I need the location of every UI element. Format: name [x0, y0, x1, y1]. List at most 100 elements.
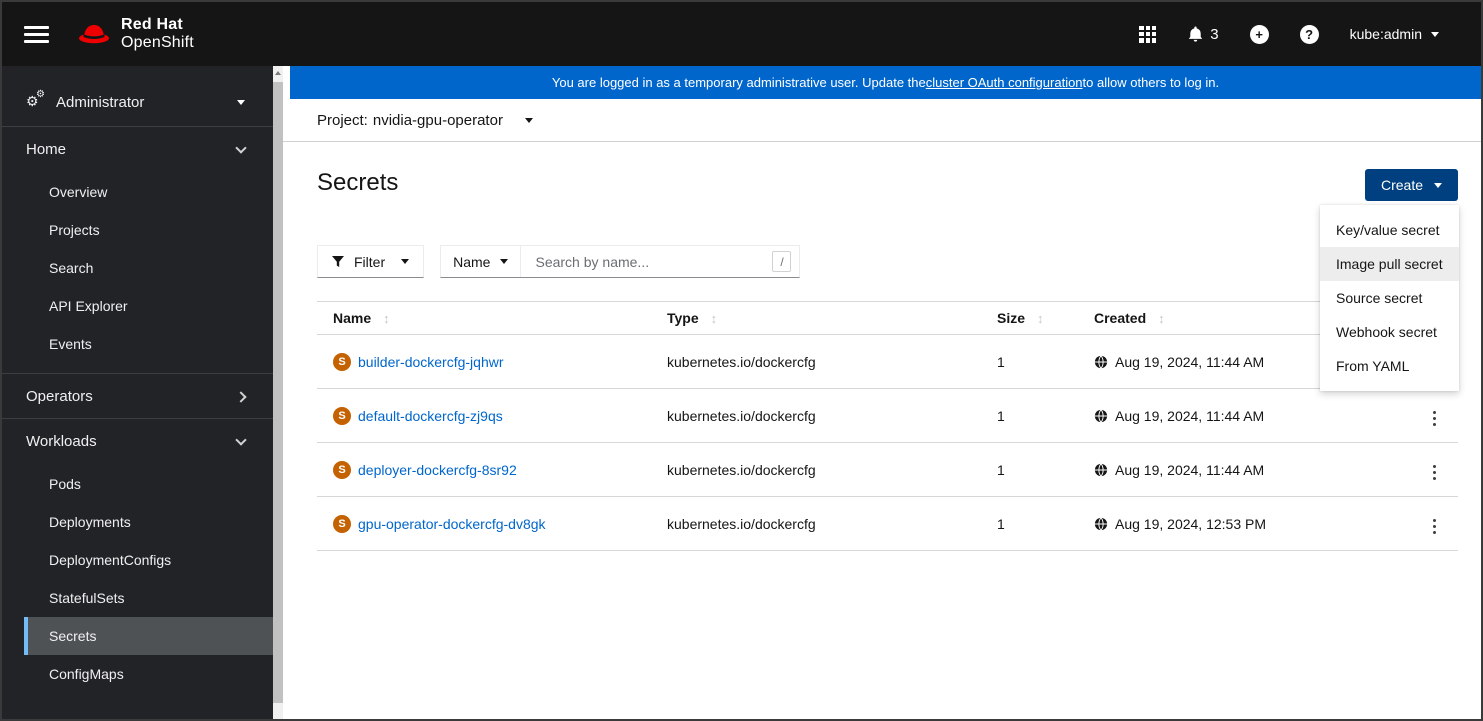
secret-badge-icon: S: [333, 460, 351, 479]
kebab-menu-button[interactable]: [1427, 407, 1442, 430]
sidebar-item-events[interactable]: Events: [24, 325, 273, 363]
secret-type: kubernetes.io/dockercfg: [651, 496, 981, 551]
kebab-menu-button[interactable]: [1427, 515, 1442, 538]
nav-section-label: Home: [26, 141, 67, 158]
secret-type: kubernetes.io/dockercfg: [651, 442, 981, 497]
user-menu[interactable]: kube:admin: [1350, 26, 1439, 42]
column-header-name[interactable]: Name ↕: [317, 301, 651, 335]
table-row: Sdefault-dockercfg-zj9qs kubernetes.io/d…: [317, 388, 1458, 443]
question-glyph: ?: [1305, 26, 1314, 42]
caret-down-icon: [237, 99, 245, 105]
sort-icon[interactable]: ↕: [711, 311, 718, 326]
sidebar-item-api-explorer[interactable]: API Explorer: [24, 287, 273, 325]
notification-bell-button[interactable]: 3: [1187, 25, 1219, 43]
oauth-config-link[interactable]: cluster OAuth configuration: [926, 75, 1083, 90]
quick-create-icon[interactable]: +: [1249, 24, 1269, 44]
username: kube:admin: [1349, 26, 1422, 42]
sidebar-item-deployments[interactable]: Deployments: [24, 503, 273, 541]
nav-section-label: Workloads: [26, 433, 97, 450]
project-selector-caret-icon[interactable]: [524, 117, 533, 123]
kebab-menu-button[interactable]: [1427, 461, 1442, 484]
secret-badge-icon: S: [333, 406, 351, 425]
sidebar-item-overview[interactable]: Overview: [24, 173, 273, 211]
project-bar: Project: nvidia-gpu-operator: [283, 99, 1481, 142]
secret-size: 1: [981, 442, 1078, 497]
secret-created: Aug 19, 2024, 11:44 AM: [1115, 461, 1265, 478]
search-group: Name /: [440, 245, 801, 278]
globe-icon: [1094, 517, 1108, 530]
globe-icon: [1094, 409, 1108, 422]
nav-section-operators[interactable]: Operators: [2, 373, 273, 418]
column-header-size[interactable]: Size ↕: [981, 301, 1078, 335]
chevron-down-icon: [235, 141, 247, 154]
menu-item-key-value-secret[interactable]: Key/value secret: [1320, 213, 1459, 247]
scrollbar-thumb[interactable]: [273, 82, 283, 703]
masthead: Red Hat OpenShift 3 + ? kube:admin: [2, 2, 1481, 66]
brand-line2: OpenShift: [121, 34, 194, 51]
secret-size: 1: [981, 334, 1078, 389]
search-shortcut-badge: /: [772, 251, 792, 272]
page-title: Secrets: [317, 169, 399, 196]
sidebar-item-secrets[interactable]: Secrets: [24, 617, 273, 655]
nav-section-workloads[interactable]: Workloads: [2, 418, 273, 463]
secret-created: Aug 19, 2024, 11:44 AM: [1115, 407, 1265, 424]
secret-size: 1: [981, 496, 1078, 551]
sort-icon[interactable]: ↕: [1037, 311, 1044, 326]
secret-name-link[interactable]: default-dockercfg-zj9qs: [358, 408, 503, 424]
create-dropdown-menu: Key/value secret Image pull secret Sourc…: [1320, 205, 1459, 391]
secret-badge-icon: S: [333, 352, 351, 371]
table-row: Sbuilder-dockercfg-jqhwr kubernetes.io/d…: [317, 334, 1458, 389]
redhat-openshift-logo: Red Hat OpenShift: [76, 16, 194, 53]
notification-count: 3: [1210, 25, 1219, 43]
nav-toggle-icon[interactable]: [24, 25, 49, 43]
table-row: Sgpu-operator-dockercfg-dv8gk kubernetes…: [317, 496, 1458, 551]
perspective-switcher[interactable]: ⚙ ⚙ Administrator: [2, 78, 273, 127]
sidebar-item-projects[interactable]: Projects: [24, 211, 273, 249]
sort-icon[interactable]: ↕: [383, 311, 390, 326]
app-launcher-icon[interactable]: [1139, 25, 1157, 43]
secret-created: Aug 19, 2024, 12:53 PM: [1115, 515, 1266, 532]
globe-icon: [1094, 355, 1108, 368]
column-header-type[interactable]: Type ↕: [651, 301, 981, 335]
brand-line1: Red Hat: [121, 15, 183, 33]
name-filter-dropdown[interactable]: Name: [441, 246, 522, 277]
table-header-row: Name ↕ Type ↕ Size ↕ Created ↕: [317, 301, 1458, 335]
gears-icon: ⚙ ⚙: [26, 89, 45, 109]
secret-type: kubernetes.io/dockercfg: [651, 334, 981, 389]
help-icon[interactable]: ?: [1299, 24, 1319, 44]
secret-badge-icon: S: [333, 514, 351, 533]
sidebar-item-statefulsets[interactable]: StatefulSets: [24, 579, 273, 617]
bell-icon: [1189, 26, 1203, 42]
sidebar-nav: ⚙ ⚙ Administrator Home Overview Projects …: [2, 66, 273, 719]
sidebar-item-deploymentconfigs[interactable]: DeploymentConfigs: [24, 541, 273, 579]
menu-item-source-secret[interactable]: Source secret: [1320, 281, 1459, 315]
search-input[interactable]: [533, 252, 773, 271]
project-label: Project:: [317, 111, 368, 129]
filter-funnel-icon: [332, 255, 344, 267]
sidebar-item-pods[interactable]: Pods: [24, 465, 273, 503]
create-button[interactable]: Create: [1364, 169, 1458, 201]
secret-name-link[interactable]: builder-dockercfg-jqhwr: [358, 354, 504, 370]
menu-item-image-pull-secret[interactable]: Image pull secret: [1320, 247, 1459, 281]
project-name: nvidia-gpu-operator: [372, 111, 503, 129]
scrollbar-up-arrow-icon[interactable]: [275, 71, 281, 75]
secret-size: 1: [981, 388, 1078, 443]
sort-icon[interactable]: ↕: [1158, 311, 1165, 326]
menu-item-from-yaml[interactable]: From YAML: [1320, 349, 1459, 383]
secret-name-link[interactable]: gpu-operator-dockercfg-dv8gk: [358, 516, 546, 532]
filter-dropdown[interactable]: Filter: [317, 245, 425, 278]
sidebar-item-search[interactable]: Search: [24, 249, 273, 287]
plus-glyph: +: [1255, 26, 1263, 42]
nav-section-home[interactable]: Home: [2, 127, 273, 171]
menu-item-webhook-secret[interactable]: Webhook secret: [1320, 315, 1459, 349]
temp-admin-banner: You are logged in as a temporary adminis…: [290, 66, 1481, 99]
caret-down-icon: [401, 259, 410, 264]
filter-label: Filter: [354, 253, 386, 270]
secret-name-link[interactable]: deployer-dockercfg-8sr92: [358, 462, 517, 478]
list-toolbar: Filter Name /: [317, 245, 1458, 278]
sidebar-item-configmaps[interactable]: ConfigMaps: [24, 655, 273, 693]
home-subnav: Overview Projects Search API Explorer Ev…: [24, 173, 273, 363]
page-scrollbar[interactable]: [273, 66, 283, 719]
perspective-label: Administrator: [56, 93, 145, 111]
main-area: You are logged in as a temporary adminis…: [283, 66, 1481, 719]
